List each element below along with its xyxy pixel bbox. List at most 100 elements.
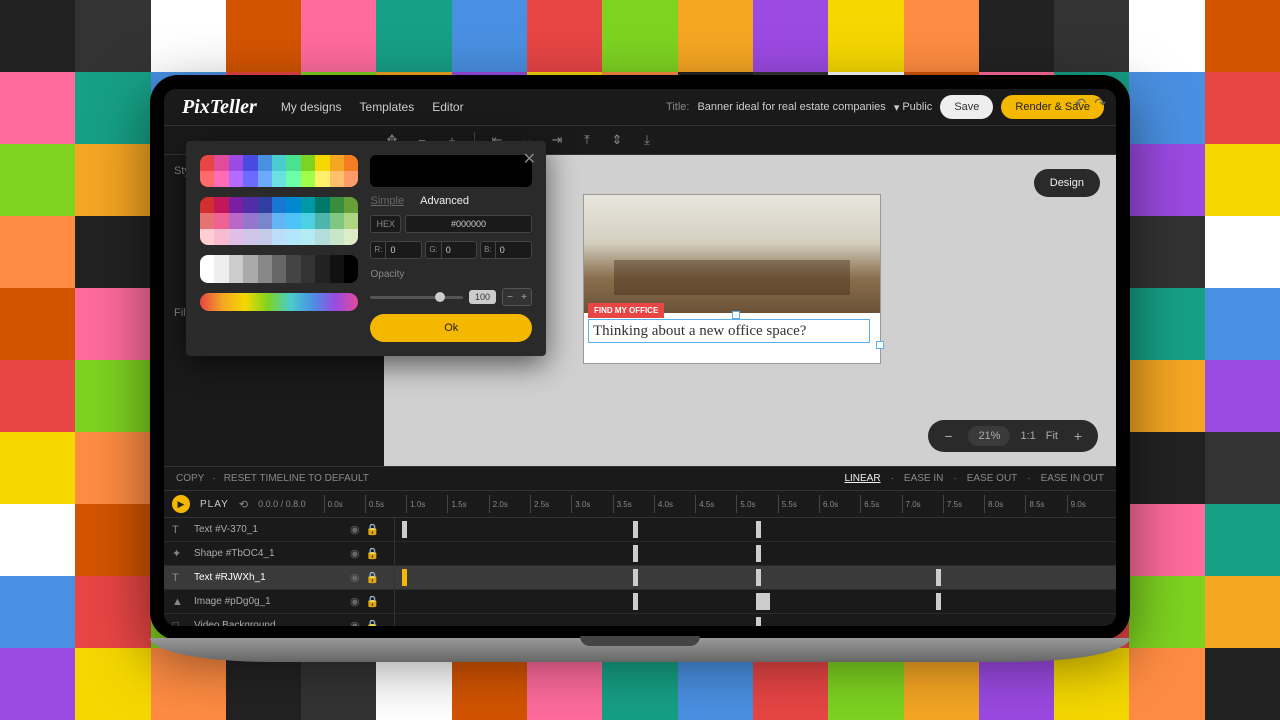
color-swatch[interactable]: [258, 213, 272, 229]
keyframe[interactable]: [936, 593, 941, 610]
color-swatch[interactable]: [301, 171, 315, 187]
keyframe[interactable]: [756, 569, 761, 586]
timeline-row[interactable]: ▲Image #pDg0g_1◉🔒: [164, 590, 1116, 614]
align-bottom-icon[interactable]: ⤓: [639, 133, 655, 147]
opacity-value[interactable]: 100: [469, 290, 496, 304]
redo-icon[interactable]: ↷: [1094, 95, 1106, 112]
color-swatch[interactable]: [258, 197, 272, 213]
loop-icon[interactable]: ⟲: [239, 498, 248, 511]
keyframe[interactable]: [633, 593, 638, 610]
keyframe[interactable]: [756, 593, 770, 610]
color-swatch[interactable]: [272, 229, 286, 245]
keyframe[interactable]: [936, 569, 941, 586]
canvas-tag[interactable]: FIND MY OFFICE: [588, 303, 664, 318]
color-swatch[interactable]: [301, 213, 315, 229]
color-swatch[interactable]: [301, 229, 315, 245]
color-swatch[interactable]: [344, 155, 358, 171]
keyframe[interactable]: [756, 545, 761, 562]
color-swatch[interactable]: [272, 155, 286, 171]
color-swatch[interactable]: [286, 229, 300, 245]
color-swatch[interactable]: [315, 171, 329, 187]
canvas-headline-text[interactable]: Thinking about a new office space?: [588, 319, 870, 343]
keyframe[interactable]: [633, 569, 638, 586]
color-swatch[interactable]: [258, 155, 272, 171]
color-swatch[interactable]: [258, 171, 272, 187]
color-swatch[interactable]: [229, 171, 243, 187]
visibility-icon[interactable]: ◉: [350, 523, 360, 536]
color-swatch[interactable]: [330, 255, 344, 283]
color-swatch[interactable]: [229, 213, 243, 229]
timeline-row[interactable]: TText #RJWXh_1◉🔒: [164, 566, 1116, 590]
color-swatch[interactable]: [272, 213, 286, 229]
zoom-percent[interactable]: 21%: [968, 426, 1010, 446]
color-swatch[interactable]: [330, 171, 344, 187]
color-swatch[interactable]: [330, 213, 344, 229]
color-swatch[interactable]: [243, 213, 257, 229]
easing-easein[interactable]: EASE IN: [904, 473, 943, 484]
opacity-dec-button[interactable]: −: [503, 289, 517, 305]
visibility-icon[interactable]: ◉: [350, 619, 360, 626]
color-swatch[interactable]: [286, 171, 300, 187]
color-swatch[interactable]: [286, 197, 300, 213]
keyframe[interactable]: [633, 545, 638, 562]
color-swatch[interactable]: [200, 229, 214, 245]
color-swatch[interactable]: [258, 229, 272, 245]
tab-simple[interactable]: Simple: [370, 195, 404, 207]
tab-advanced[interactable]: Advanced: [420, 195, 469, 207]
color-swatch[interactable]: [315, 255, 329, 283]
timeline-ruler[interactable]: 0.0s0.5s1.0s1.5s2.0s2.5s3.0s3.5s4.0s4.5s…: [324, 495, 1108, 513]
color-swatch[interactable]: [315, 213, 329, 229]
title-text[interactable]: Banner ideal for real estate companies: [697, 101, 885, 113]
opacity-inc-button[interactable]: +: [517, 289, 531, 305]
r-input[interactable]: 0: [386, 242, 399, 258]
lock-icon[interactable]: 🔒: [366, 571, 380, 584]
nav-templates[interactable]: Templates: [360, 100, 415, 114]
design-canvas[interactable]: FIND MY OFFICE Thinking about a new offi…: [584, 195, 880, 363]
timeline-reset[interactable]: RESET TIMELINE TO DEFAULT: [224, 473, 369, 484]
easing-easeout[interactable]: EASE OUT: [967, 473, 1018, 484]
visibility-icon[interactable]: ◉: [350, 595, 360, 608]
color-swatch[interactable]: [330, 155, 344, 171]
timeline-row[interactable]: TText #V-370_1◉🔒: [164, 518, 1116, 542]
zoom-out-button[interactable]: −: [938, 426, 958, 446]
undo-icon[interactable]: ↶: [1075, 95, 1087, 112]
zoom-fit-button[interactable]: Fit: [1046, 430, 1058, 442]
color-swatch[interactable]: [330, 197, 344, 213]
keyframe[interactable]: [756, 521, 761, 538]
gradient-row[interactable]: [200, 293, 358, 311]
color-swatch[interactable]: [243, 197, 257, 213]
color-swatch[interactable]: [315, 155, 329, 171]
color-swatch[interactable]: [200, 213, 214, 229]
color-swatch[interactable]: [258, 255, 272, 283]
easing-linear[interactable]: LINEAR: [844, 473, 880, 484]
color-swatch[interactable]: [200, 255, 214, 283]
keyframe[interactable]: [756, 617, 761, 626]
lock-icon[interactable]: 🔒: [366, 619, 380, 626]
color-swatch[interactable]: [315, 197, 329, 213]
logo[interactable]: PixTeller: [176, 96, 263, 119]
opacity-slider[interactable]: [370, 296, 462, 299]
lock-icon[interactable]: 🔒: [366, 547, 380, 560]
timeline-row[interactable]: ✦Shape #TbOC4_1◉🔒: [164, 542, 1116, 566]
canvas-image[interactable]: [584, 195, 880, 313]
color-swatch[interactable]: [301, 197, 315, 213]
timeline-row[interactable]: □Video Background◉🔒: [164, 614, 1116, 626]
zoom-ratio[interactable]: 1:1: [1020, 430, 1035, 442]
visibility-icon[interactable]: ◉: [350, 571, 360, 584]
color-swatch[interactable]: [243, 229, 257, 245]
color-swatch[interactable]: [229, 155, 243, 171]
g-input[interactable]: 0: [442, 242, 455, 258]
play-button[interactable]: ▶: [172, 495, 190, 513]
color-swatch[interactable]: [200, 155, 214, 171]
color-swatch[interactable]: [344, 229, 358, 245]
color-swatch[interactable]: [229, 255, 243, 283]
color-swatch[interactable]: [315, 229, 329, 245]
nav-my-designs[interactable]: My designs: [281, 100, 342, 114]
color-swatch[interactable]: [301, 255, 315, 283]
ok-button[interactable]: Ok: [370, 314, 532, 342]
align-top-icon[interactable]: ⤒: [579, 133, 595, 147]
color-swatch[interactable]: [214, 155, 228, 171]
b-input[interactable]: 0: [496, 242, 509, 258]
zoom-in-button[interactable]: +: [1068, 426, 1088, 446]
keyframe[interactable]: [633, 521, 638, 538]
